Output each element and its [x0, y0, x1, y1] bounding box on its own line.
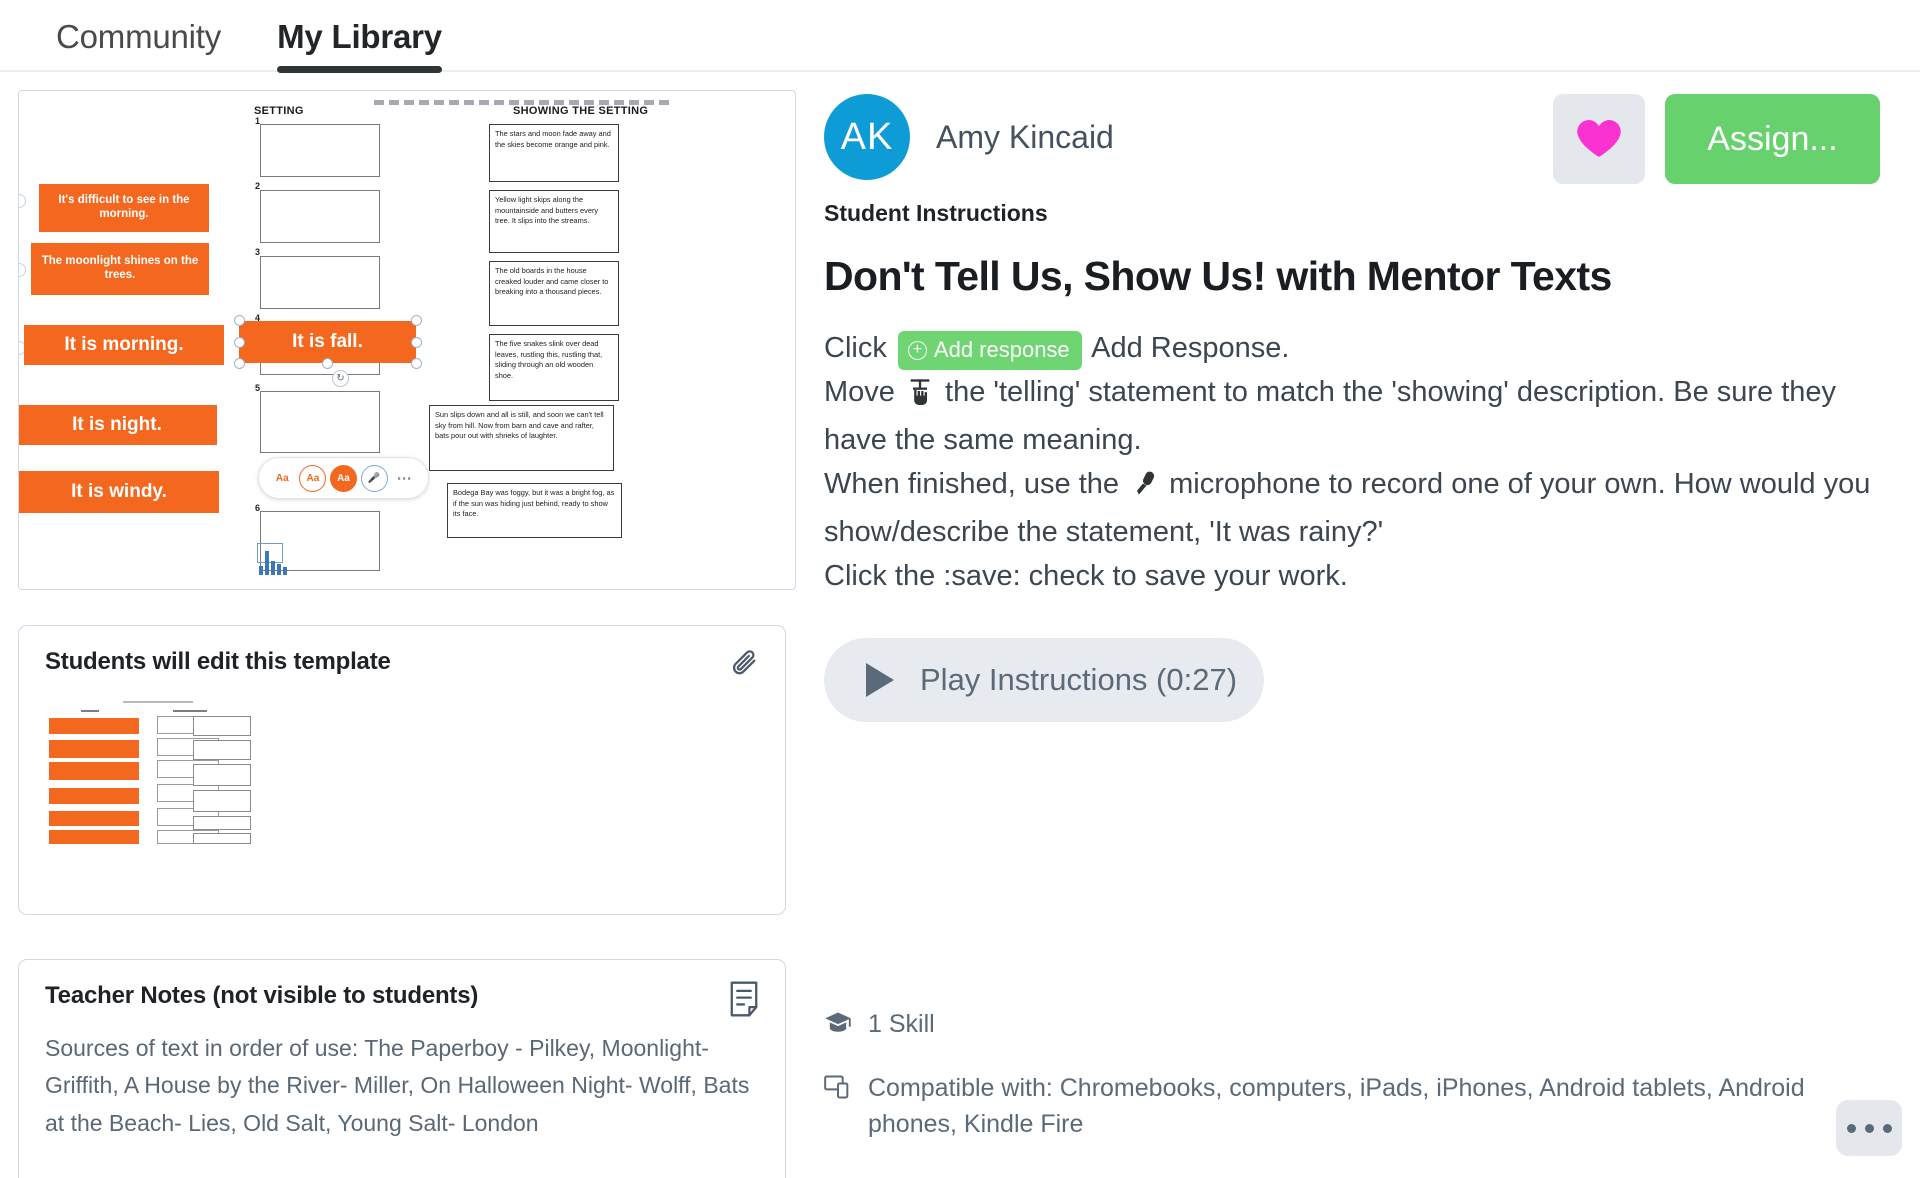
skill-row[interactable]: 1 Skill — [824, 1007, 1844, 1046]
preview-telling-tile[interactable]: It is morning. — [24, 325, 224, 365]
student-instructions-label: Student Instructions — [824, 200, 1048, 226]
teacher-notes-body: Sources of text in order of use: The Pap… — [45, 1035, 750, 1136]
favorite-button[interactable] — [1553, 94, 1645, 184]
instruction-line-2-post: the 'telling' statement to match the 'sh… — [824, 376, 1837, 457]
resize-handle-bl[interactable] — [234, 358, 245, 369]
resize-handle-mr[interactable] — [411, 337, 422, 348]
preview-telling-tile[interactable]: It is night. — [19, 405, 217, 445]
text-medium-button[interactable]: Aa — [299, 464, 327, 492]
author-row: AK Amy Kincaid Assign... — [824, 90, 1880, 184]
author-name: Amy Kincaid — [936, 118, 1114, 155]
template-card-title: Students will edit this template — [45, 648, 391, 675]
graduation-cap-icon — [824, 1007, 852, 1046]
plus-icon: + — [907, 340, 927, 360]
compatibility-label: Compatible with: Chromebooks, computers,… — [868, 1074, 1805, 1138]
text-small-button[interactable]: Aa — [269, 465, 296, 492]
play-instructions-button[interactable]: Play Instructions (0:27) — [824, 638, 1264, 723]
instruction-line-2-pre: Move — [824, 376, 895, 409]
activity-meta: 1 Skill Compatible with: Chromebooks, co… — [824, 1007, 1844, 1143]
more-options-button[interactable] — [1836, 1100, 1902, 1156]
preview-heading-setting: SETTING — [254, 105, 304, 117]
right-column: AK Amy Kincaid Assign... Student Instruc… — [810, 90, 1920, 1178]
teacher-notes-title: Teacher Notes (not visible to students) — [45, 982, 479, 1009]
play-instructions-label: Play Instructions (0:27) — [920, 662, 1238, 698]
play-icon — [866, 663, 894, 698]
preview-setting-box — [260, 124, 380, 177]
paperclip-icon — [729, 646, 761, 687]
resize-handle-tl[interactable] — [234, 315, 245, 326]
preview-format-toolbar[interactable]: Aa Aa Aa 🎤 ⋯ — [258, 457, 429, 499]
resize-handle-bc[interactable] — [322, 358, 333, 369]
preview-anchor-dot — [19, 263, 26, 277]
resize-handle-ml[interactable] — [234, 337, 245, 348]
instruction-line-1: Click + Add response Add Response. — [824, 326, 1880, 370]
add-response-chip-label: Add response — [933, 337, 1070, 363]
ellipsis-dot — [1864, 1123, 1874, 1133]
instruction-line-3-pre: When finished, use the — [824, 468, 1120, 501]
preview-telling-tile-selected[interactable]: It is fall. — [239, 321, 416, 363]
tab-my-library[interactable]: My Library — [277, 18, 442, 73]
assign-button[interactable]: Assign... — [1665, 94, 1880, 184]
preview-showing-box: Sun slips down and all is still, and soo… — [429, 405, 614, 471]
preview-heading-showing: SHOWING THE SETTING — [513, 105, 649, 117]
top-actions: Assign... — [1553, 94, 1880, 184]
resize-handle-tr[interactable] — [411, 315, 422, 326]
preview-telling-tile[interactable]: The moonlight shines on the trees. — [31, 243, 209, 295]
preview-telling-tile[interactable]: It's difficult to see in the morning. — [39, 184, 209, 232]
template-mini-thumbnail — [45, 696, 255, 844]
instruction-line-4: Click the :save: check to save your work… — [824, 560, 1348, 593]
preview-showing-box: Bodega Bay was foggy, but it was a brigh… — [447, 483, 622, 538]
activity-preview[interactable]: SETTING SHOWING THE SETTING 1 2 3 4 5 6 … — [18, 90, 796, 590]
avatar[interactable]: AK — [824, 94, 910, 180]
text-large-button[interactable]: Aa — [329, 464, 357, 492]
add-response-chip[interactable]: + Add response — [897, 331, 1082, 370]
instruction-line-3: When finished, use the microphone to rec… — [824, 462, 1880, 554]
resize-handle-br[interactable] — [411, 358, 422, 369]
ellipsis-dot — [1882, 1123, 1892, 1133]
preview-showing-box: Yellow light skips along the mountainsid… — [489, 190, 619, 253]
preview-showing-box: The five snakes slink over dead leaves, … — [489, 334, 619, 401]
preview-showing-box: The stars and moon fade away and the ski… — [489, 124, 619, 182]
devices-icon — [824, 1071, 852, 1111]
preview-anchor-dot — [19, 194, 26, 208]
microphone-icon[interactable]: 🎤 — [360, 464, 388, 492]
top-tab-bar: Community My Library — [0, 0, 1920, 73]
lesson-title: Don't Tell Us, Show Us! with Mentor Text… — [824, 253, 1612, 299]
instructions-body: Click + Add response Add Response. Move — [824, 326, 1880, 598]
ellipsis-dot — [1846, 1123, 1856, 1133]
skill-label: 1 Skill — [868, 1009, 935, 1038]
preview-telling-tile[interactable]: It is windy. — [19, 471, 219, 513]
preview-canvas: SETTING SHOWING THE SETTING 1 2 3 4 5 6 … — [19, 91, 795, 589]
instruction-line-1-pre: Click — [824, 332, 887, 364]
page-body: SETTING SHOWING THE SETTING 1 2 3 4 5 6 … — [0, 72, 1920, 1178]
note-icon — [727, 980, 761, 1023]
preview-rotate-handle[interactable]: ↻ — [332, 370, 349, 387]
move-hand-icon — [907, 374, 933, 418]
preview-showing-box: The old boards in the house creaked loud… — [489, 261, 619, 326]
preview-setting-box — [260, 391, 380, 453]
preview-chart-icon — [257, 543, 293, 575]
tab-community[interactable]: Community — [56, 18, 221, 70]
preview-setting-box — [260, 256, 380, 309]
instruction-line-2: Move the 'telling' statement to match th… — [824, 370, 1880, 462]
teacher-notes-card[interactable]: Teacher Notes (not visible to students) … — [18, 959, 786, 1178]
preview-setting-box — [260, 190, 380, 243]
heart-icon — [1575, 115, 1623, 164]
compatibility-row: Compatible with: Chromebooks, computers,… — [824, 1071, 1844, 1142]
more-options-icon[interactable]: ⋯ — [391, 465, 418, 492]
template-card[interactable]: Students will edit this template — [18, 625, 786, 915]
microphone-icon — [1131, 466, 1157, 510]
left-column: SETTING SHOWING THE SETTING 1 2 3 4 5 6 … — [0, 90, 810, 1178]
instruction-line-1-post: Add Response. — [1091, 332, 1290, 364]
